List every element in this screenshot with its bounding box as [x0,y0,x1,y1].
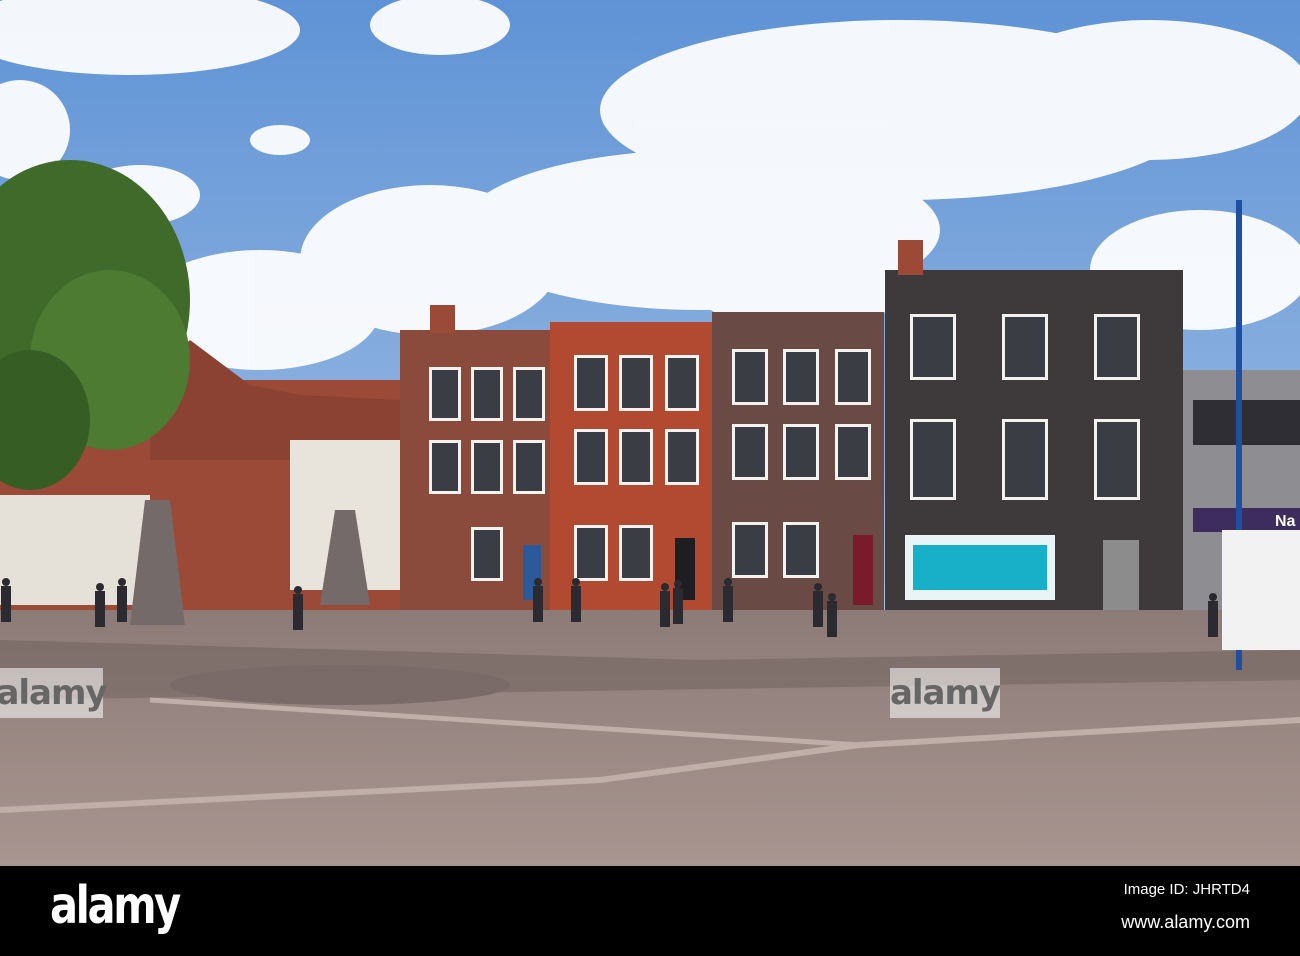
pedestrian-head [534,578,542,586]
pedestrian-head [1209,593,1217,601]
watermark-left: alamy [0,668,108,718]
pedestrian [723,586,733,622]
pedestrian [117,586,127,622]
pedestrian-head [661,583,669,591]
pedestrian [827,601,837,637]
pedestrian [533,586,543,622]
pedestrian-head [674,580,682,588]
pedestrian-head [118,578,126,586]
image-id: Image ID: JHRTD4 [1123,881,1250,898]
window [1193,400,1300,445]
white-van [1222,530,1300,650]
bank-sign: Na [1275,513,1296,530]
door [1103,540,1139,615]
pedestrian [293,594,303,630]
town-square-photo: Na [0,0,1300,866]
pedestrian-head [572,578,580,586]
pedestrian-head [814,583,822,591]
pedestrian [1,586,11,622]
door [853,535,873,605]
site-url: www.alamy.com [1121,912,1250,932]
pedestrian-head [96,583,104,591]
pedestrian-head [724,578,732,586]
pedestrian-head [294,586,302,594]
footer-bar: alamy Image ID: JHRTD4 www.alamy.com [0,866,1300,956]
photo: Na alamy alamy alamy Image ID: JHRTD4 ww… [0,0,1300,956]
pedestrian [673,588,683,624]
pedestrian [571,586,581,622]
pedestrian-head [828,593,836,601]
alamy-logo: alamy [50,876,181,936]
pedestrian [95,591,105,627]
watermark-right: alamy [890,668,1001,718]
pedestrian-head [2,578,10,586]
pedestrian [813,591,823,627]
pedestrian [1208,601,1218,637]
pedestrian [660,591,670,627]
